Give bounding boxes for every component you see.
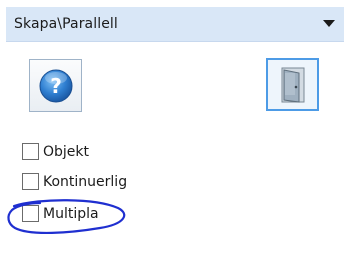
kontinuerlig-checkbox[interactable] [22,173,39,190]
svg-text:?: ? [50,74,62,98]
kontinuerlig-label: Kontinuerlig [43,174,128,190]
help-button[interactable]: ? [29,59,82,112]
collapse-arrow-icon[interactable] [323,20,335,27]
panel-titlebar[interactable]: Skapa\Parallell [6,7,344,42]
objekt-label: Objekt [43,144,90,160]
panel-title: Skapa\Parallell [14,16,118,32]
exit-button[interactable] [266,58,319,111]
help-question-icon: ? [39,69,73,103]
multipla-label: Multipla [43,206,99,222]
objekt-checkbox[interactable] [22,143,39,160]
parallel-panel: Skapa\Parallell ? Objekt Kontinuerlig Mu… [0,0,351,253]
multipla-checkbox[interactable] [22,205,39,222]
exit-door-icon [281,67,305,103]
